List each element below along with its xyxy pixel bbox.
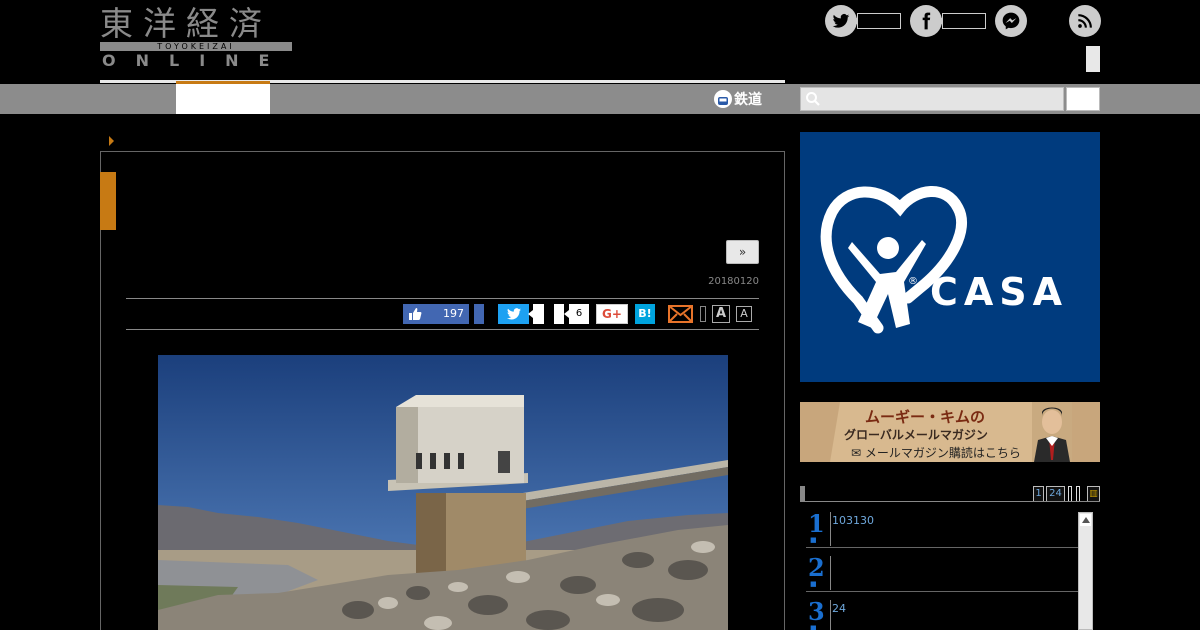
mail-icon[interactable]	[668, 304, 693, 324]
rank-number: 2	[808, 553, 825, 582]
breadcrumb-arrow-icon	[109, 136, 114, 146]
nav-tab-active[interactable]	[176, 81, 270, 114]
newsletter-link-label: メールマガジン購読はこちら	[864, 446, 1021, 460]
share-divider-top	[126, 298, 759, 299]
logo-online: ONLINE	[102, 51, 290, 70]
facebook-share-button[interactable]	[474, 304, 484, 324]
casa-registered-mark: ®	[908, 276, 918, 287]
rss-icon[interactable]	[1069, 5, 1101, 37]
rank-suffix: ■	[810, 580, 817, 588]
casa-brand: CASA	[930, 270, 1069, 314]
pocket-button[interactable]	[554, 304, 564, 324]
facebook-like-button[interactable]: 197	[403, 304, 469, 324]
share-divider-bottom	[126, 329, 759, 330]
pocket-count: 6	[564, 304, 589, 324]
twitter-follow-count	[853, 13, 901, 29]
ranking-tab-week[interactable]	[1068, 486, 1072, 502]
next-page-button[interactable]: »	[726, 240, 759, 264]
print-button[interactable]	[700, 306, 706, 322]
rank-title: 24	[832, 602, 846, 615]
rank-divider	[830, 600, 831, 630]
font-size-small-button[interactable]: A	[736, 306, 752, 322]
article-title-marker	[100, 172, 116, 230]
messenger-icon[interactable]	[995, 5, 1027, 37]
logo-romaji: TOYOKEIZAI	[100, 42, 292, 51]
scroll-up-arrow-icon[interactable]	[1080, 514, 1091, 526]
facebook-like-count: 197	[443, 307, 464, 320]
ranking-item[interactable]: 3 ■ 24	[806, 596, 1078, 630]
facebook-follow-count	[938, 13, 986, 29]
casa-heart-logo-icon	[820, 186, 967, 334]
ranking-rule	[805, 501, 1100, 502]
page: 東洋経済 TOYOKEIZAI ONLINE 鉄道 » 20180120 197	[0, 0, 1200, 630]
rank-suffix: ■	[810, 536, 817, 544]
search-button[interactable]	[1066, 87, 1100, 111]
ranking-scrollbar[interactable]	[1078, 512, 1093, 630]
google-plus-button[interactable]: G+	[596, 304, 628, 324]
ranking-tab-24h[interactable]: 24	[1046, 486, 1065, 502]
nav-rail-label: 鉄道	[734, 92, 762, 108]
search-icon	[806, 92, 820, 106]
font-size-large-button[interactable]: A	[712, 305, 730, 323]
train-icon	[714, 90, 732, 108]
ranking-tab-1h[interactable]: 1	[1033, 486, 1044, 502]
rank-divider	[830, 512, 831, 546]
rank-number: 1	[808, 509, 825, 538]
newsletter-subscribe-link[interactable]: ✉ メールマガジン購読はこちら	[851, 444, 1021, 461]
ranking-list: 1 ■ 103130 2 ■ 3 ■ 24	[806, 508, 1078, 630]
search-input[interactable]	[800, 87, 1064, 111]
article-date: 20180120	[708, 276, 759, 287]
ranking-item[interactable]: 1 ■ 103130	[806, 508, 1078, 548]
newsletter-subtitle: グローバルメールマガジン	[844, 428, 988, 442]
author-photo	[1032, 402, 1072, 462]
envelope-icon: ✉	[851, 446, 862, 460]
rank-suffix: ■	[810, 624, 817, 630]
hatena-bookmark-button[interactable]: B!	[635, 304, 655, 324]
nav-item-rail[interactable]: 鉄道	[714, 86, 762, 112]
ranking-tab-month[interactable]	[1076, 486, 1080, 502]
newsletter-title: ムーギー・キムの	[865, 408, 986, 426]
twitter-share-count	[528, 304, 544, 324]
rank-title: 103130	[832, 514, 874, 527]
twitter-bird-icon	[506, 308, 521, 320]
logo-kanji: 東洋経済	[100, 4, 272, 43]
site-logo[interactable]: 東洋経済 TOYOKEIZAI ONLINE	[100, 6, 292, 70]
ranking-item[interactable]: 2 ■	[806, 552, 1078, 592]
login-button[interactable]	[1086, 46, 1100, 72]
rank-divider	[830, 556, 831, 590]
ranking-tab-extra[interactable]: ▥	[1087, 486, 1100, 502]
casa-ad-banner[interactable]	[800, 132, 1100, 382]
article-photo	[158, 355, 728, 630]
ranking-heading-marker	[800, 486, 805, 502]
thumbs-up-icon	[409, 308, 422, 320]
twitter-share-button[interactable]	[498, 304, 529, 324]
rank-number: 3	[808, 597, 825, 626]
